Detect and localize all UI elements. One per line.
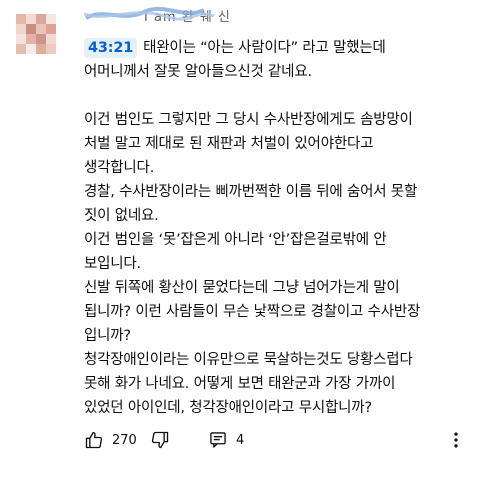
comment-line: 이건 범인을 ‘못’잡은게 아니라 ‘안’잡은걸로밖에 안 (84, 232, 387, 248)
avatar[interactable] (16, 14, 56, 54)
reply-icon (210, 432, 226, 448)
more-button[interactable] (450, 428, 462, 452)
thumbs-up-icon (85, 431, 103, 449)
comment-line: 됩니까? 이런 사람들이 무슨 낯짝으로 경찰이고 수사반장 (84, 304, 421, 320)
comment-line: 생각합니다. (84, 160, 155, 176)
reply-button[interactable]: 4 (208, 428, 244, 452)
comment-line: 짓이 없네요. (84, 208, 159, 224)
comment-line-text: 태완이는 “아는 사람이다” 라고 말했는데 (143, 40, 386, 56)
comment-line: 있었던 아이인데, 청각장애인이라고 무시합니까? (84, 400, 372, 416)
comment-line: 43:21 태완이는 “아는 사람이다” 라고 말했는데 (84, 36, 464, 60)
thumbs-down-icon (151, 431, 169, 449)
comment-line: 처벌 말고 제대로 된 재판과 처벌이 있어야한다고 (84, 136, 374, 152)
reply-count: 4 (236, 432, 245, 448)
timestamp-link[interactable]: 43:21 (84, 38, 138, 58)
comment-line: 이건 범인도 그렇지만 그 당시 수사반장에게도 솜방망이 (84, 112, 413, 128)
comment-actions: 270 4 (84, 428, 480, 452)
comment-line: 경찰, 수사반장이라는 삐까번쩍한 이름 뒤에 숨어서 못할 (84, 184, 418, 200)
comment-line: 신발 뒤쪽에 황산이 묻었다는데 그냥 넘어가는게 말이 (84, 280, 400, 296)
comment-line: 어머니께서 잘못 알아들으신것 같네요. (84, 64, 312, 80)
comment-line-blank (84, 84, 464, 108)
comment-body: 43:21 태완이는 “아는 사람이다” 라고 말했는데 어머니께서 잘못 알아들… (84, 36, 464, 420)
comment-line: 못해 화가 나네요. 어떻게 보면 태완군과 가장 가까이 (84, 376, 396, 392)
comment-line: 입니까? (84, 328, 131, 344)
comment-line: 청각장애인이라는 이유만으로 묵살하는것도 당황스럽다 (84, 352, 413, 368)
scribble-overlay (84, 6, 215, 21)
author-name[interactable]: I am 완 쉐 신 (84, 6, 234, 24)
comment-line: 보입니다. (84, 256, 141, 272)
like-count: 270 (112, 432, 137, 448)
more-vert-icon (454, 432, 458, 448)
dislike-button[interactable] (150, 428, 170, 452)
like-button[interactable]: 270 (84, 428, 137, 452)
